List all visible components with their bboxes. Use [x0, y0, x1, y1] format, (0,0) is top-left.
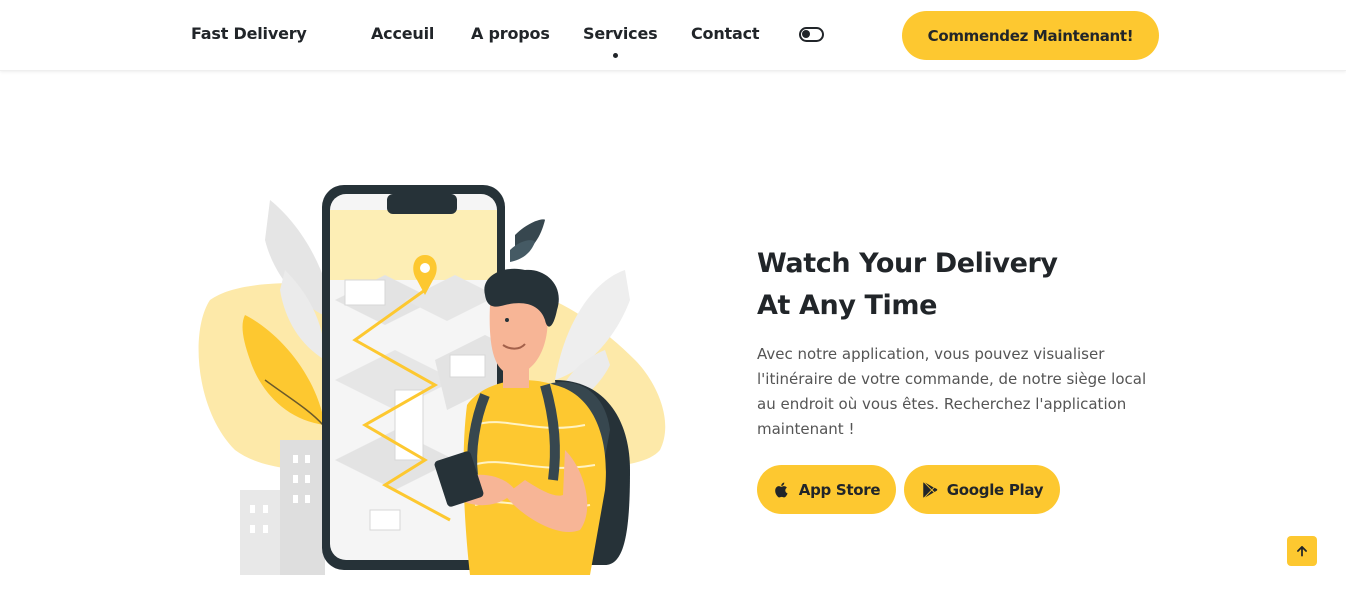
hero-title: Watch Your Delivery At Any Time: [757, 243, 1177, 327]
hero-description: Avec notre application, vous pouvez visu…: [757, 345, 1147, 438]
hero-title-line1: Watch Your Delivery: [757, 248, 1058, 279]
app-store-button[interactable]: App Store: [757, 465, 896, 514]
delivery-illustration: [198, 185, 666, 575]
apple-icon: [774, 482, 788, 497]
hero-title-line2: At Any Time: [757, 290, 938, 321]
brand-logo[interactable]: Fast Delivery: [191, 24, 307, 43]
site-header: Fast Delivery Acceuil A propos Services …: [0, 0, 1346, 71]
nav-a-propos[interactable]: A propos: [471, 24, 550, 43]
theme-toggle-icon[interactable]: [799, 27, 824, 42]
toggle-knob: [802, 30, 810, 38]
google-play-icon: [923, 481, 938, 498]
nav-services[interactable]: Services: [583, 24, 658, 43]
arrow-up-icon: [1297, 546, 1307, 557]
order-now-button[interactable]: Commendez Maintenant!: [902, 11, 1159, 60]
nav-contact[interactable]: Contact: [691, 24, 760, 43]
back-to-top-button[interactable]: [1287, 536, 1317, 566]
google-play-label: Google Play: [946, 480, 1044, 499]
app-store-label: App Store: [798, 480, 881, 499]
google-play-button[interactable]: Google Play: [904, 465, 1060, 514]
active-nav-indicator: [613, 53, 618, 58]
nav-acceuil[interactable]: Acceuil: [371, 24, 434, 43]
